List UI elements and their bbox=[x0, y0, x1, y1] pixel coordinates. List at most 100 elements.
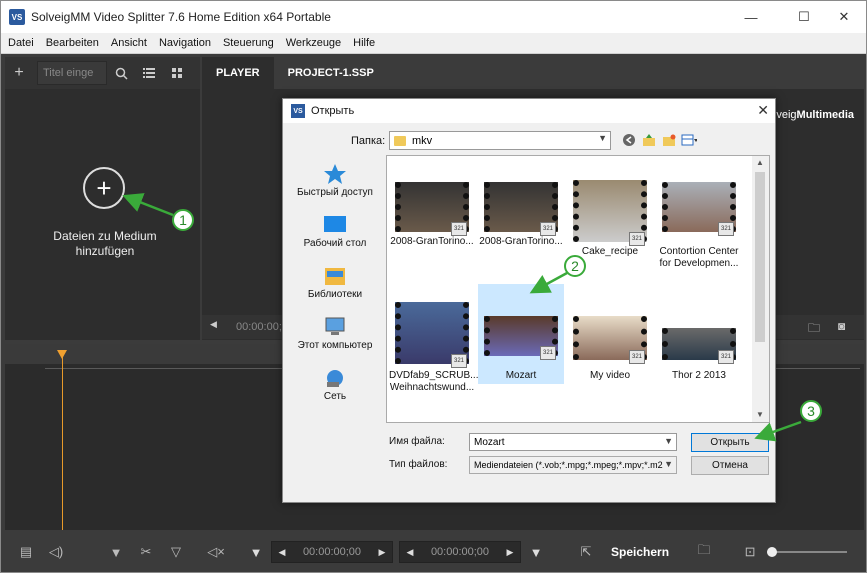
save-button[interactable]: Speichern bbox=[601, 545, 679, 559]
filename-input[interactable]: Mozart ▼ bbox=[469, 433, 677, 451]
dialog-title: Открыть bbox=[311, 105, 355, 117]
film-icon[interactable]: ▤ bbox=[11, 537, 41, 567]
menu-navigation[interactable]: Navigation bbox=[154, 37, 216, 49]
folder-select[interactable]: mkv ▼ bbox=[389, 131, 611, 150]
open-button[interactable]: Открыть bbox=[691, 433, 769, 452]
playhead-line[interactable] bbox=[62, 350, 63, 530]
title-search-input[interactable]: Titel einge bbox=[37, 61, 107, 85]
media-panel: + Titel einge + Dateien zu Medium hinzuf… bbox=[5, 57, 200, 340]
place-libraries[interactable]: Библиотеки bbox=[290, 257, 380, 308]
time-out-box[interactable]: ◀ 00:00:00;00 ▶ bbox=[399, 541, 521, 563]
place-label: Библиотеки bbox=[307, 288, 363, 300]
filetype-select[interactable]: Mediendateien (*.vob;*.mpg;*.mpeg;*.mpv;… bbox=[469, 456, 677, 474]
file-item[interactable]: 321 Contortion Center for Developmen... bbox=[656, 164, 742, 282]
scroll-up-icon[interactable]: ▲ bbox=[756, 158, 764, 167]
list-view-icon[interactable] bbox=[135, 59, 163, 87]
place-this-pc[interactable]: Этот компьютер bbox=[290, 308, 380, 359]
rewind-arrow-icon[interactable]: ◀ bbox=[210, 319, 217, 330]
chevron-down-icon[interactable]: ▼ bbox=[664, 459, 673, 469]
dialog-nav-icons bbox=[621, 132, 701, 148]
save-icon[interactable]: ⇱ bbox=[571, 537, 601, 567]
place-label: Рабочий стол bbox=[303, 237, 367, 249]
grid-view-icon[interactable] bbox=[163, 59, 191, 87]
mute-icon[interactable]: ◁× bbox=[201, 537, 231, 567]
prev-arrow-icon[interactable]: ◀ bbox=[400, 547, 420, 558]
video-thumbnail: 321 bbox=[573, 316, 647, 364]
playhead-marker[interactable] bbox=[57, 350, 67, 359]
network-icon bbox=[323, 368, 347, 388]
next-arrow-icon[interactable]: ▶ bbox=[372, 547, 392, 558]
folder-icon[interactable]: 🗀 bbox=[689, 537, 719, 567]
video-thumbnail: 321 bbox=[395, 182, 469, 236]
video-badge-icon: 321 bbox=[451, 222, 467, 236]
menu-ansicht[interactable]: Ansicht bbox=[106, 37, 152, 49]
volume-icon[interactable]: ◁) bbox=[41, 537, 71, 567]
app-window: VS SolveigMM Video Splitter 7.6 Home Edi… bbox=[0, 0, 867, 573]
file-item[interactable]: 321 My video bbox=[567, 288, 653, 406]
menu-datei[interactable]: Datei bbox=[3, 37, 39, 49]
minimize-button[interactable]: — bbox=[728, 1, 774, 33]
file-item[interactable]: 321 2008-GranTorino... bbox=[478, 164, 564, 282]
menu-bar: Datei Bearbeiten Ansicht Navigation Steu… bbox=[1, 33, 866, 54]
menu-hilfe[interactable]: Hilfe bbox=[348, 37, 380, 49]
filename-label: Имя файла: bbox=[389, 436, 445, 447]
menu-steuerung[interactable]: Steuerung bbox=[218, 37, 279, 49]
dialog-close-icon[interactable]: ✕ bbox=[757, 102, 769, 119]
mark-in-icon[interactable]: ▼ bbox=[241, 537, 271, 567]
add-media-button[interactable]: + bbox=[5, 59, 33, 87]
title-bar: VS SolveigMM Video Splitter 7.6 Home Edi… bbox=[1, 1, 866, 33]
cut-icon[interactable]: ✂ bbox=[131, 537, 161, 567]
file-list-scrollbar[interactable]: ▲ ▼ bbox=[752, 156, 769, 422]
chevron-down-icon[interactable]: ▼ bbox=[598, 133, 607, 143]
new-folder-icon[interactable] bbox=[661, 132, 677, 148]
marker-icon[interactable]: ▽ bbox=[161, 537, 191, 567]
menu-werkzeuge[interactable]: Werkzeuge bbox=[281, 37, 346, 49]
close-button[interactable]: ✕ bbox=[821, 1, 867, 33]
file-name: DVDfab9_SCRUB... Weihnachtswund... bbox=[389, 370, 479, 393]
open-folder-icon[interactable]: 🗀 bbox=[808, 319, 820, 340]
time-out-value: 00:00:00;00 bbox=[430, 546, 490, 558]
bottom-toolbar: ▤ ◁) ▼ ✂ ▽ ◁× ▼ ◀ 00:00:00;00 ▶ ◀ 00:00:… bbox=[1, 532, 866, 572]
window-title: SolveigMM Video Splitter 7.6 Home Editio… bbox=[31, 10, 331, 24]
scrollbar-thumb[interactable] bbox=[755, 172, 765, 342]
search-icon[interactable] bbox=[107, 59, 135, 87]
tab-player[interactable]: PLAYER bbox=[202, 57, 274, 89]
file-name: My video bbox=[589, 370, 630, 381]
folder-value: mkv bbox=[412, 134, 433, 147]
place-label: Этот компьютер bbox=[297, 339, 373, 351]
video-thumbnail: 321 bbox=[484, 182, 558, 236]
time-in-box[interactable]: ◀ 00:00:00;00 ▶ bbox=[271, 541, 393, 563]
file-item[interactable]: 321 DVDfab9_SCRUB... Weihnachtswund... bbox=[389, 288, 479, 406]
zoom-slider-handle[interactable] bbox=[767, 547, 778, 557]
scroll-down-icon[interactable]: ▼ bbox=[756, 410, 764, 419]
back-icon[interactable] bbox=[621, 132, 637, 148]
cancel-button[interactable]: Отмена bbox=[691, 456, 769, 475]
add-media-circle-button[interactable]: + bbox=[83, 167, 125, 209]
player-time: 00:00:00; bbox=[236, 321, 282, 333]
up-folder-icon[interactable] bbox=[641, 132, 657, 148]
file-item[interactable]: 321 Mozart bbox=[478, 284, 564, 384]
file-item[interactable]: 321 Thor 2 2013 bbox=[656, 288, 742, 406]
tab-project[interactable]: PROJECT-1.SSP bbox=[274, 57, 388, 89]
file-name: Contortion Center for Developmen... bbox=[659, 246, 739, 269]
prev-arrow-icon[interactable]: ◀ bbox=[272, 547, 292, 558]
file-name: Thor 2 2013 bbox=[672, 370, 726, 381]
video-badge-icon: 321 bbox=[718, 350, 734, 364]
place-desktop[interactable]: Рабочий стол bbox=[290, 206, 380, 257]
star-icon bbox=[323, 163, 347, 184]
next-arrow-icon[interactable]: ▶ bbox=[500, 547, 520, 558]
zoom-icon[interactable]: ⊡ bbox=[735, 537, 765, 567]
mark-out-icon[interactable]: ▼ bbox=[521, 537, 551, 567]
chevron-down-icon[interactable]: ▼ bbox=[664, 436, 673, 446]
filter-icon[interactable]: ▼ bbox=[101, 537, 131, 567]
place-network[interactable]: Сеть bbox=[290, 359, 380, 410]
zoom-slider[interactable] bbox=[767, 547, 848, 557]
place-quick-access[interactable]: Быстрый доступ bbox=[290, 155, 380, 206]
menu-bearbeiten[interactable]: Bearbeiten bbox=[41, 37, 104, 49]
view-menu-icon[interactable] bbox=[681, 132, 697, 148]
brand-bold: Multimedia bbox=[796, 109, 854, 121]
desktop-icon bbox=[323, 215, 347, 235]
file-name: Mozart bbox=[505, 370, 537, 381]
snapshot-icon[interactable]: ◙ bbox=[838, 319, 845, 333]
file-item[interactable]: 321 2008-GranTorino... bbox=[389, 164, 475, 282]
